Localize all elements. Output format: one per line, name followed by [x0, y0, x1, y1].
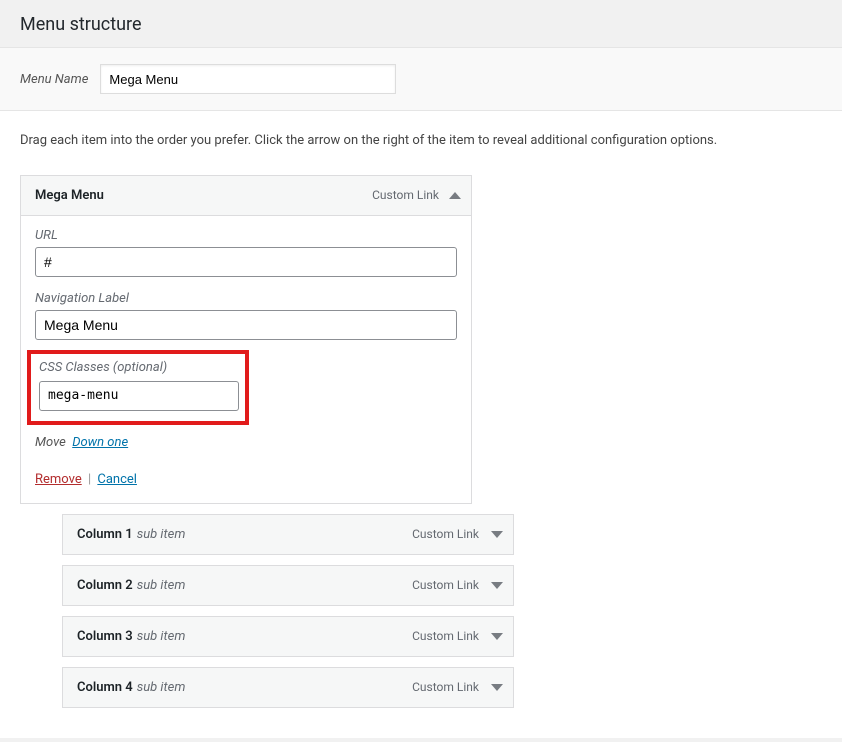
css-classes-input[interactable]: [39, 381, 239, 411]
sub-menu-item[interactable]: Column 2 sub item Custom Link: [62, 565, 514, 606]
sub-item-subtext: sub item: [137, 527, 186, 542]
sub-items-list: Column 1 sub item Custom Link Column 2 s…: [20, 514, 822, 708]
sub-item-title: Column 1: [77, 527, 133, 542]
nav-label-label: Navigation Label: [35, 291, 457, 306]
menu-name-input[interactable]: [100, 64, 396, 94]
heading-title: Menu structure: [20, 14, 822, 35]
menu-item-title: Mega Menu: [35, 188, 372, 203]
item-actions: Remove | Cancel: [35, 472, 457, 487]
move-label: Move: [35, 435, 66, 450]
move-row: Move Down one: [35, 435, 457, 450]
sub-item-title: Column 2: [77, 578, 133, 593]
menu-item-expanded: Mega Menu Custom Link URL Navigation Lab…: [20, 175, 472, 504]
triangle-down-icon[interactable]: [491, 582, 503, 589]
url-field: URL: [35, 228, 457, 277]
sub-menu-item[interactable]: Column 1 sub item Custom Link: [62, 514, 514, 555]
sub-item-type: Custom Link: [412, 629, 479, 643]
cancel-link[interactable]: Cancel: [97, 472, 137, 487]
sub-item-type: Custom Link: [412, 578, 479, 592]
sub-item-type: Custom Link: [412, 527, 479, 541]
menu-name-row: Menu Name: [0, 48, 842, 111]
menu-item-type: Custom Link: [372, 188, 439, 202]
triangle-down-icon[interactable]: [491, 684, 503, 691]
url-label: URL: [35, 228, 457, 243]
sub-item-title: Column 3: [77, 629, 133, 644]
url-input[interactable]: [35, 247, 457, 277]
triangle-down-icon[interactable]: [491, 633, 503, 640]
sub-menu-item[interactable]: Column 3 sub item Custom Link: [62, 616, 514, 657]
menu-items-area: Mega Menu Custom Link URL Navigation Lab…: [0, 159, 842, 738]
sub-item-subtext: sub item: [137, 680, 186, 695]
css-classes-label: CSS Classes (optional): [39, 360, 237, 375]
menu-item-body: URL Navigation Label CSS Classes (option…: [21, 216, 471, 503]
nav-label-field: Navigation Label: [35, 291, 457, 340]
section-heading: Menu structure: [0, 0, 842, 48]
sub-item-subtext: sub item: [137, 629, 186, 644]
sub-item-type: Custom Link: [412, 680, 479, 694]
actions-separator: |: [82, 472, 98, 487]
menu-name-label: Menu Name: [20, 72, 88, 87]
menu-item-header[interactable]: Mega Menu Custom Link: [21, 176, 471, 216]
sub-menu-item[interactable]: Column 4 sub item Custom Link: [62, 667, 514, 708]
triangle-down-icon[interactable]: [491, 531, 503, 538]
css-classes-highlight: CSS Classes (optional): [27, 350, 249, 425]
sub-item-title: Column 4: [77, 680, 133, 695]
remove-link[interactable]: Remove: [35, 472, 82, 487]
nav-label-input[interactable]: [35, 310, 457, 340]
sub-item-subtext: sub item: [137, 578, 186, 593]
move-down-one-link[interactable]: Down one: [72, 435, 128, 450]
instructions-text: Drag each item into the order you prefer…: [0, 111, 842, 159]
triangle-up-icon[interactable]: [449, 192, 461, 199]
